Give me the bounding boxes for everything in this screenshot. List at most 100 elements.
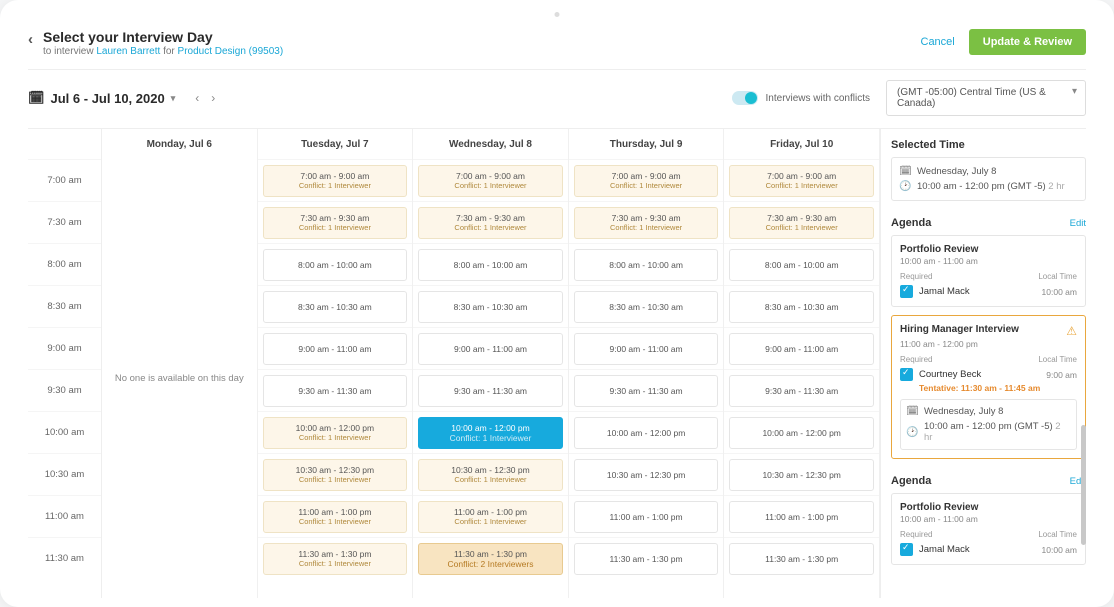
time-slot[interactable]: 7:30 am - 9:30 amConflict: 1 Interviewer: [574, 207, 719, 239]
back-chevron-icon[interactable]: ‹: [28, 31, 33, 48]
time-slot[interactable]: 8:30 am - 10:30 am: [729, 291, 874, 323]
day-column-wednesday: Wednesday, Jul 8 7:00 am - 9:00 amConfli…: [413, 129, 569, 598]
required-label: Required: [900, 355, 932, 364]
side-panel: Selected Time 🗓 Wednesday, July 8 🕑 10:00 …: [880, 129, 1086, 598]
time-slot[interactable]: 11:30 am - 1:30 pmConflict: 1 Interviewe…: [263, 543, 408, 575]
time-slot[interactable]: 10:30 am - 12:30 pm: [729, 459, 874, 491]
time-label: 10:00 am: [28, 411, 101, 453]
person-checkbox[interactable]: [900, 368, 913, 381]
day-column-friday: Friday, Jul 10 7:00 am - 9:00 amConflict…: [724, 129, 880, 598]
time-slot[interactable]: 7:30 am - 9:30 amConflict: 1 Interviewer: [263, 207, 408, 239]
chevron-down-icon: ▾: [171, 93, 176, 104]
time-slot[interactable]: 9:30 am - 11:30 am: [418, 375, 563, 407]
required-label: Required: [900, 530, 932, 539]
local-time-label: Local Time: [1038, 272, 1077, 281]
time-slot[interactable]: 7:00 am - 9:00 amConflict: 1 Interviewer: [729, 165, 874, 197]
day-column-monday: Monday, Jul 6 No one is available on thi…: [102, 129, 258, 598]
time-slot[interactable]: 9:00 am - 11:00 am: [574, 333, 719, 365]
time-slot[interactable]: 7:00 am - 9:00 amConflict: 1 Interviewer: [418, 165, 563, 197]
update-review-button[interactable]: Update & Review: [969, 29, 1086, 55]
day-header: Thursday, Jul 9: [569, 129, 724, 159]
day-header: Friday, Jul 10: [724, 129, 879, 159]
time-slot[interactable]: 10:00 am - 12:00 pmConflict: 1 Interview…: [263, 417, 408, 449]
time-label: 10:30 am: [28, 453, 101, 495]
time-slot[interactable]: 9:00 am - 11:00 am: [729, 333, 874, 365]
local-time-label: Local Time: [1038, 530, 1077, 539]
time-label: 11:30 am: [28, 537, 101, 579]
time-column: 7:00 am 7:30 am 8:00 am 8:30 am 9:00 am …: [28, 129, 102, 598]
toolbar: 🗓 Jul 6 - Jul 10, 2020 ▾ ‹ › Interviews …: [28, 69, 1086, 128]
job-link[interactable]: Product Design (99503): [178, 46, 284, 57]
time-label: 11:00 am: [28, 495, 101, 537]
time-label: 9:00 am: [28, 327, 101, 369]
cancel-button[interactable]: Cancel: [921, 36, 955, 48]
time-label: 7:30 am: [28, 201, 101, 243]
candidate-link[interactable]: Lauren Barrett: [96, 46, 160, 57]
time-slot[interactable]: 8:00 am - 10:00 am: [729, 249, 874, 281]
time-slot[interactable]: 7:30 am - 9:30 amConflict: 1 Interviewer: [729, 207, 874, 239]
time-slot[interactable]: 8:00 am - 10:00 am: [263, 249, 408, 281]
date-range-picker[interactable]: 🗓 Jul 6 - Jul 10, 2020 ▾: [28, 90, 175, 106]
time-slot[interactable]: 7:30 am - 9:30 amConflict: 1 Interviewer: [418, 207, 563, 239]
edit-agenda-link[interactable]: Edit: [1070, 218, 1086, 229]
time-slot[interactable]: 8:30 am - 10:30 am: [418, 291, 563, 323]
agenda-item: Portfolio Review 10:00 am - 11:00 am Req…: [891, 235, 1086, 307]
time-slot[interactable]: 11:00 am - 1:00 pm: [729, 501, 874, 533]
time-slot[interactable]: 8:00 am - 10:00 am: [574, 249, 719, 281]
person-time: 10:00 am: [1042, 545, 1077, 555]
next-week-button[interactable]: ›: [211, 91, 215, 105]
no-availability-message: No one is available on this day: [102, 159, 257, 598]
time-slot[interactable]: 7:00 am - 9:00 amConflict: 1 Interviewer: [574, 165, 719, 197]
time-slot-selected[interactable]: 10:00 am - 12:00 pmConflict: 1 Interview…: [418, 417, 563, 449]
time-slot[interactable]: 9:00 am - 11:00 am: [263, 333, 408, 365]
selected-date: Wednesday, July 8: [917, 166, 996, 177]
agenda-item-title: Portfolio Review: [900, 502, 1077, 513]
person-checkbox[interactable]: [900, 285, 913, 298]
person-name: Courtney Beck: [919, 369, 981, 380]
time-slot[interactable]: 10:30 am - 12:30 pmConflict: 1 Interview…: [263, 459, 408, 491]
time-slot[interactable]: 11:30 am - 1:30 pm: [574, 543, 719, 575]
local-time-label: Local Time: [1038, 355, 1077, 364]
selected-time-title: Selected Time: [891, 129, 1086, 157]
agenda-item-conflict: Hiring Manager Interview ⚠ 11:00 am - 12…: [891, 315, 1086, 459]
time-slot[interactable]: 11:00 am - 1:00 pm: [574, 501, 719, 533]
time-slot[interactable]: 10:30 am - 12:30 pm: [574, 459, 719, 491]
person-checkbox[interactable]: [900, 543, 913, 556]
time-slot[interactable]: 11:00 am - 1:00 pmConflict: 1 Interviewe…: [418, 501, 563, 533]
time-label: 8:00 am: [28, 243, 101, 285]
timezone-select[interactable]: (GMT -05:00) Central Time (US & Canada): [886, 80, 1086, 116]
time-slot[interactable]: 9:30 am - 11:30 am: [574, 375, 719, 407]
clock-icon: 🕑: [900, 181, 911, 192]
calendar-icon: 🗓: [907, 406, 918, 417]
calendar-icon: 🗓: [28, 90, 45, 106]
camera-notch: [555, 12, 560, 17]
day-header: Wednesday, Jul 8: [413, 129, 568, 159]
time-slot[interactable]: 11:30 am - 1:30 pm: [729, 543, 874, 575]
timezone-text: (GMT -05:00) Central Time (US & Canada): [897, 87, 1046, 109]
time-slot[interactable]: 9:30 am - 11:30 am: [729, 375, 874, 407]
time-slot[interactable]: 9:00 am - 11:00 am: [418, 333, 563, 365]
agenda-item-time: 10:00 am - 11:00 am: [900, 514, 1077, 524]
time-slot[interactable]: 9:30 am - 11:30 am: [263, 375, 408, 407]
day-column-thursday: Thursday, Jul 9 7:00 am - 9:00 amConflic…: [569, 129, 725, 598]
time-slot[interactable]: 7:00 am - 9:00 amConflict: 1 Interviewer: [263, 165, 408, 197]
scrollbar[interactable]: [1081, 425, 1086, 545]
time-slot[interactable]: 11:00 am - 1:00 pmConflict: 1 Interviewe…: [263, 501, 408, 533]
time-slot[interactable]: 10:30 am - 12:30 pmConflict: 1 Interview…: [418, 459, 563, 491]
page-subtitle: to interview Lauren Barrett for Product …: [43, 46, 283, 57]
page-title: Select your Interview Day: [43, 29, 283, 45]
time-slot[interactable]: 8:00 am - 10:00 am: [418, 249, 563, 281]
selected-time-text: 10:00 am - 12:00 pm (GMT -5) 2 hr: [917, 181, 1065, 192]
time-slot[interactable]: 10:00 am - 12:00 pm: [574, 417, 719, 449]
time-slot[interactable]: 11:30 am - 1:30 pmConflict: 2 Interviewe…: [418, 543, 563, 575]
time-slot[interactable]: 10:00 am - 12:00 pm: [729, 417, 874, 449]
time-label: 7:00 am: [28, 159, 101, 201]
header: ‹ Select your Interview Day to interview…: [28, 25, 1086, 69]
toggle-label: Interviews with conflicts: [766, 93, 870, 104]
time-label: 8:30 am: [28, 285, 101, 327]
prev-week-button[interactable]: ‹: [195, 91, 199, 105]
time-slot[interactable]: 8:30 am - 10:30 am: [263, 291, 408, 323]
agenda-title: Agenda: [891, 475, 931, 487]
conflicts-toggle[interactable]: [732, 91, 758, 105]
time-slot[interactable]: 8:30 am - 10:30 am: [574, 291, 719, 323]
